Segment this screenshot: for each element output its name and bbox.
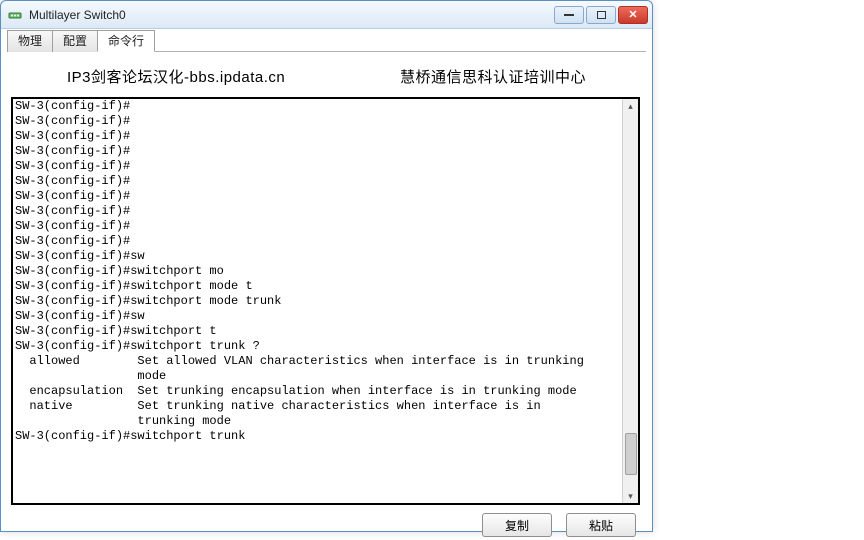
terminal-container: SW-3(config-if)# SW-3(config-if)# SW-3(c… [11,97,640,505]
banner-right: 慧桥通信思科认证培训中心 [400,66,586,87]
button-row: 复制 粘贴 [7,505,646,537]
titlebar[interactable]: Multilayer Switch0 ✕ [1,1,652,29]
scroll-down-icon[interactable]: ▾ [624,489,638,503]
scroll-thumb[interactable] [625,433,637,475]
tab-cli[interactable]: 命令行 [97,30,155,52]
window-title: Multilayer Switch0 [29,8,548,22]
copy-button[interactable]: 复制 [482,513,552,537]
tabstrip: 物理 配置 命令行 [7,29,646,52]
app-icon [7,7,23,23]
scrollbar[interactable]: ▴ ▾ [622,99,638,503]
app-window: Multilayer Switch0 ✕ 物理 配置 命令行 IP3剑客论坛汉化… [0,0,653,532]
scroll-up-icon[interactable]: ▴ [624,99,638,113]
maximize-icon [597,11,606,19]
close-icon: ✕ [628,8,637,21]
close-button[interactable]: ✕ [618,6,648,24]
window-controls: ✕ [554,6,648,24]
paste-button[interactable]: 粘贴 [566,513,636,537]
client-area: 物理 配置 命令行 IP3剑客论坛汉化-bbs.ipdata.cn 慧桥通信思科… [7,29,646,525]
minimize-button[interactable] [554,6,584,24]
tab-config[interactable]: 配置 [52,30,98,52]
tab-physical[interactable]: 物理 [7,30,53,52]
maximize-button[interactable] [586,6,616,24]
minimize-icon [564,14,574,16]
cli-terminal[interactable]: SW-3(config-if)# SW-3(config-if)# SW-3(c… [11,97,640,505]
banner-left: IP3剑客论坛汉化-bbs.ipdata.cn [67,66,400,87]
banner: IP3剑客论坛汉化-bbs.ipdata.cn 慧桥通信思科认证培训中心 [7,52,646,97]
